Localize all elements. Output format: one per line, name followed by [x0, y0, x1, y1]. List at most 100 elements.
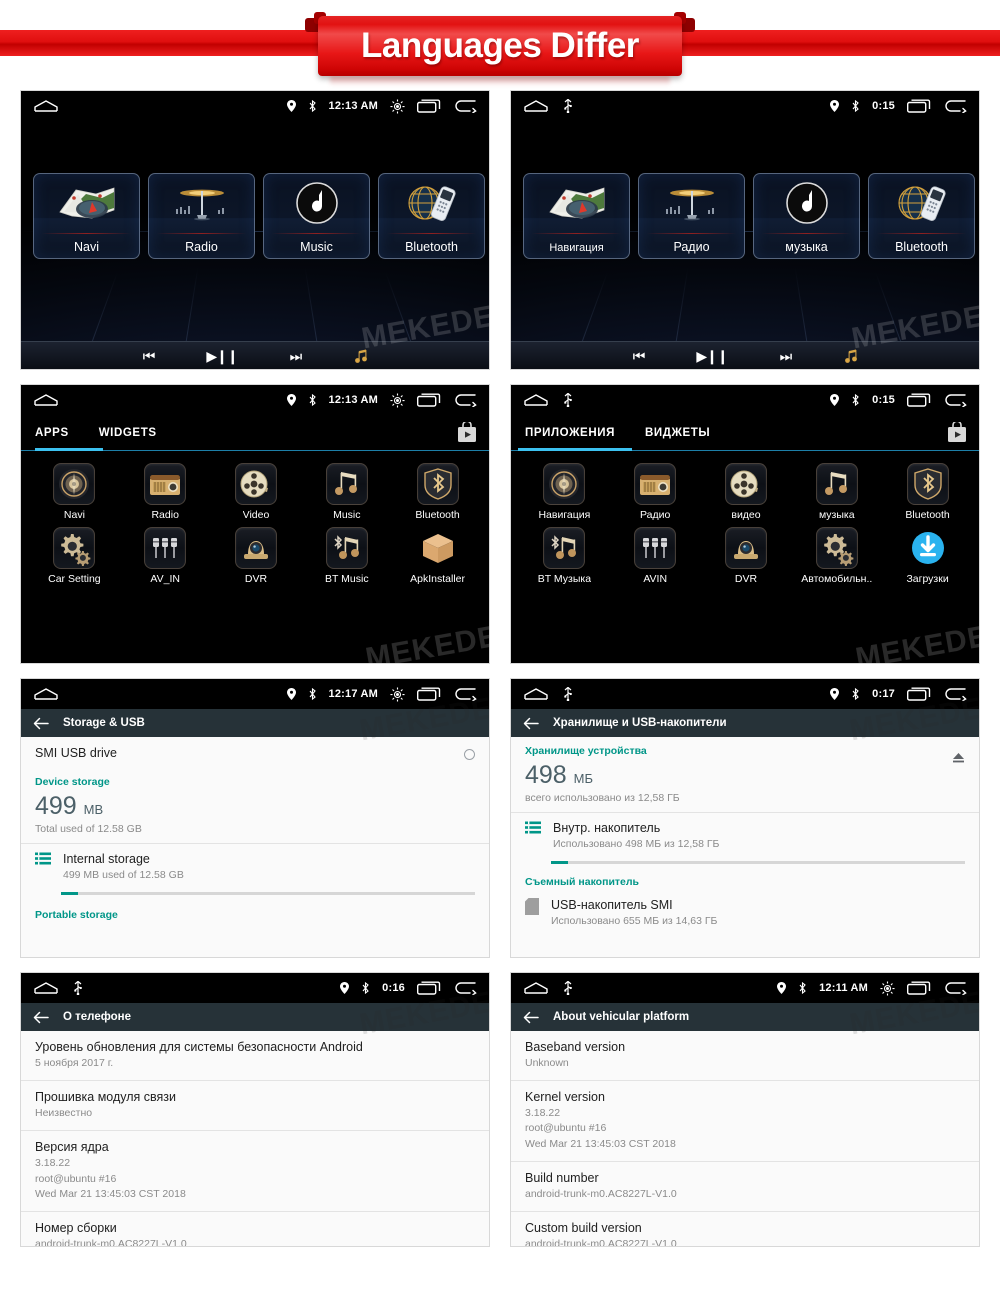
screen-drawer-ru: 0:15 ПРИЛОЖЕНИЯ ВИДЖЕТЫ Навигация Радио … — [510, 384, 980, 664]
tile-separator — [42, 233, 131, 234]
home-icon[interactable] — [33, 99, 59, 113]
app-cell-radio[interactable]: Радио — [610, 463, 701, 521]
play-store-icon[interactable] — [457, 422, 477, 444]
play-store-icon[interactable] — [947, 422, 967, 444]
app-cell-music[interactable]: Music — [301, 463, 392, 521]
home-icon[interactable] — [523, 687, 549, 701]
tab-apps[interactable]: ПРИЛОЖЕНИЯ — [525, 427, 615, 439]
play-pause-button[interactable]: ▶❙❙ — [696, 348, 728, 365]
tab-widgets[interactable]: ВИДЖЕТЫ — [645, 427, 710, 439]
brightness-icon[interactable] — [880, 980, 895, 996]
app-cell-car-setting[interactable]: Car Setting — [29, 527, 120, 585]
recents-icon[interactable] — [907, 981, 931, 995]
home-tile-music[interactable]: Music — [263, 173, 370, 259]
home-launcher: Navi Radio Music Bluetooth ⏮ ▶❙❙ ⏭ — [21, 121, 489, 369]
app-cell-bluetooth[interactable]: Bluetooth — [392, 463, 483, 521]
brightness-icon[interactable] — [390, 686, 405, 702]
about-row[interactable]: Build number android-trunk-m0.AC8227L-V1… — [511, 1162, 979, 1211]
about-row[interactable]: Custom build version android-trunk-m0.AC… — [511, 1212, 979, 1246]
banner-plaque: Languages Differ — [318, 16, 682, 76]
app-cell-video[interactable]: Video — [211, 463, 302, 521]
brightness-icon[interactable] — [390, 392, 405, 408]
app-cell-navi[interactable]: Navi — [29, 463, 120, 521]
app-cell-bt-music[interactable]: BT Music — [301, 527, 392, 585]
home-tile-radio[interactable]: Radio — [148, 173, 255, 259]
next-track-button[interactable]: ⏭ — [290, 348, 303, 365]
back-icon[interactable] — [943, 981, 967, 995]
tab-apps[interactable]: APPS — [35, 427, 69, 439]
app-cell-bt-music[interactable]: BT Музыка — [519, 527, 610, 585]
recents-icon[interactable] — [417, 393, 441, 407]
about-row[interactable]: Версия ядра 3.18.22 root@ubuntu #16 Wed … — [21, 1131, 489, 1211]
recents-icon[interactable] — [907, 99, 931, 113]
home-icon[interactable] — [523, 99, 549, 113]
app-bar-title: Хранилище и USB-накопители — [553, 717, 727, 729]
storage-list-item[interactable]: Внутр. накопитель Использовано 498 МБ из… — [511, 813, 979, 854]
storage-list-item[interactable]: Internal storage 499 MB used of 12.58 GB — [21, 844, 489, 885]
back-arrow-icon[interactable] — [33, 717, 49, 730]
home-tile-navi[interactable]: Навигация — [523, 173, 630, 259]
app-cell-downloads[interactable]: Загрузки — [882, 527, 973, 585]
app-cell-navi[interactable]: Навигация — [519, 463, 610, 521]
app-cell-avin[interactable]: AV_IN — [120, 527, 211, 585]
back-icon[interactable] — [943, 687, 967, 701]
back-arrow-icon[interactable] — [523, 717, 539, 730]
app-cell-bluetooth[interactable]: Bluetooth — [882, 463, 973, 521]
back-icon[interactable] — [453, 393, 477, 407]
recents-icon[interactable] — [907, 687, 931, 701]
home-icon[interactable] — [523, 981, 549, 995]
app-cell-dvr[interactable]: DVR — [211, 527, 302, 585]
app-cell-avin[interactable]: AVIN — [610, 527, 701, 585]
music-indicator-icon[interactable] — [843, 349, 859, 365]
back-icon[interactable] — [453, 687, 477, 701]
play-pause-button[interactable]: ▶❙❙ — [206, 348, 238, 365]
home-icon[interactable] — [33, 393, 59, 407]
app-cell-car-setting[interactable]: Автомобильн.. — [791, 527, 882, 585]
home-tile-bluetooth[interactable]: Bluetooth — [868, 173, 975, 259]
next-track-button[interactable]: ⏭ — [780, 348, 793, 365]
tab-widgets[interactable]: WIDGETS — [99, 427, 157, 439]
previous-track-button[interactable]: ⏮ — [143, 348, 156, 365]
radio-button[interactable] — [464, 749, 475, 760]
back-arrow-icon[interactable] — [33, 1011, 49, 1024]
home-tile-label: Radio — [185, 240, 218, 254]
home-icon[interactable] — [33, 981, 59, 995]
back-icon[interactable] — [453, 981, 477, 995]
about-row[interactable]: Baseband version Unknown — [511, 1031, 979, 1080]
home-tile-bluetooth[interactable]: Bluetooth — [378, 173, 485, 259]
music-indicator-icon[interactable] — [353, 349, 369, 365]
back-icon[interactable] — [943, 393, 967, 407]
usb-drive-row[interactable]: SMI USB drive — [21, 737, 489, 769]
settings-content: SMI USB drive Device storage 499 MB Tota… — [21, 737, 489, 957]
app-cell-video[interactable]: видео — [701, 463, 792, 521]
app-cell-radio[interactable]: Radio — [120, 463, 211, 521]
storage-used-unit: МБ — [573, 771, 594, 786]
usb-icon — [563, 687, 573, 701]
about-row[interactable]: Kernel version 3.18.22 root@ubuntu #16 W… — [511, 1081, 979, 1161]
recents-icon[interactable] — [417, 687, 441, 701]
app-cell-apkinstaller[interactable]: ApkInstaller — [392, 527, 483, 585]
removable-storage-item[interactable]: USB-накопитель SMI Использовано 655 МБ и… — [511, 753, 979, 931]
recents-icon[interactable] — [417, 981, 441, 995]
app-cell-dvr[interactable]: DVR — [701, 527, 792, 585]
home-icon[interactable] — [523, 393, 549, 407]
previous-track-button[interactable]: ⏮ — [633, 348, 646, 365]
home-tile-music[interactable]: музыка — [753, 173, 860, 259]
home-icon[interactable] — [33, 687, 59, 701]
usb-icon — [73, 981, 83, 995]
about-row[interactable]: Прошивка модуля связи Неизвестно — [21, 1081, 489, 1130]
recents-icon[interactable] — [907, 393, 931, 407]
back-icon[interactable] — [453, 99, 477, 113]
location-icon — [286, 100, 296, 112]
recents-icon[interactable] — [417, 99, 441, 113]
back-arrow-icon[interactable] — [523, 1011, 539, 1024]
home-tile-radio[interactable]: Радио — [638, 173, 745, 259]
back-icon[interactable] — [943, 99, 967, 113]
eject-icon[interactable] — [952, 751, 965, 764]
about-row[interactable]: Номер сборки android-trunk-m0.AC8227L-V1… — [21, 1212, 489, 1246]
device-storage-section-label: Хранилище устройства — [525, 745, 647, 757]
about-row[interactable]: Уровень обновления для системы безопасно… — [21, 1031, 489, 1080]
brightness-icon[interactable] — [390, 98, 405, 114]
app-cell-music[interactable]: музыка — [791, 463, 882, 521]
home-tile-navi[interactable]: Navi — [33, 173, 140, 259]
